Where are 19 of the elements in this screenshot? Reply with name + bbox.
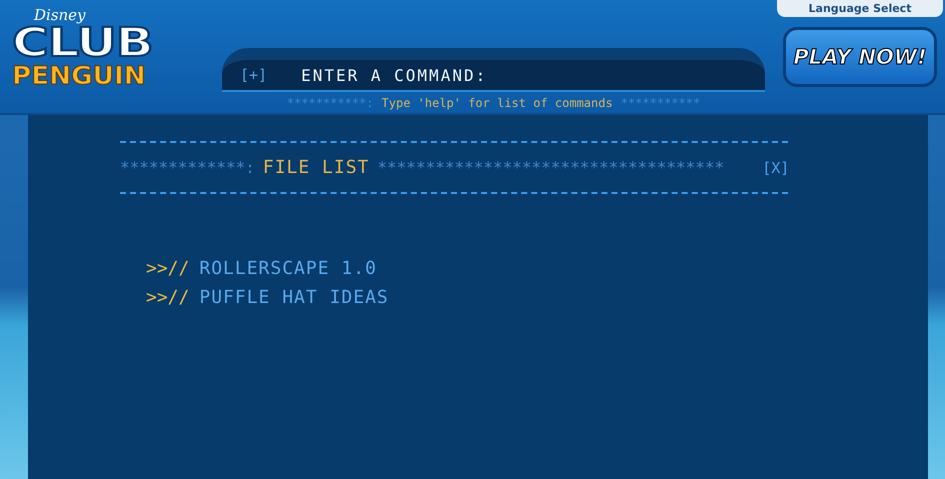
play-now-button[interactable]: PLAY NOW! bbox=[783, 27, 937, 87]
file-link[interactable]: ROLLERSCAPE 1.0 bbox=[199, 258, 377, 279]
prompt-marker: >>// bbox=[146, 258, 190, 279]
close-button[interactable]: [X] bbox=[762, 158, 790, 176]
command-prompt: ENTER A COMMAND: bbox=[301, 66, 488, 84]
command-field[interactable]: [+] ENTER A COMMAND: bbox=[222, 48, 765, 92]
star-divider: ************************************ bbox=[377, 158, 724, 177]
language-button[interactable]: Language Select bbox=[777, 0, 943, 17]
help-hint: Type 'help' for list of commands bbox=[382, 96, 613, 110]
expand-toggle[interactable]: [+] bbox=[240, 66, 268, 84]
logo-title: CLUB bbox=[12, 24, 152, 62]
panel-title: FILE LIST bbox=[262, 157, 370, 178]
star-divider: *************: bbox=[120, 158, 255, 177]
prompt-marker: >>// bbox=[146, 287, 190, 308]
star-divider: ***********: bbox=[286, 96, 374, 110]
logo-subtitle: PENGUIN bbox=[12, 62, 146, 90]
logo-brand: Disney bbox=[34, 6, 86, 24]
star-divider: *********** bbox=[620, 96, 700, 110]
file-link[interactable]: PUFFLE HAT IDEAS bbox=[199, 287, 389, 308]
